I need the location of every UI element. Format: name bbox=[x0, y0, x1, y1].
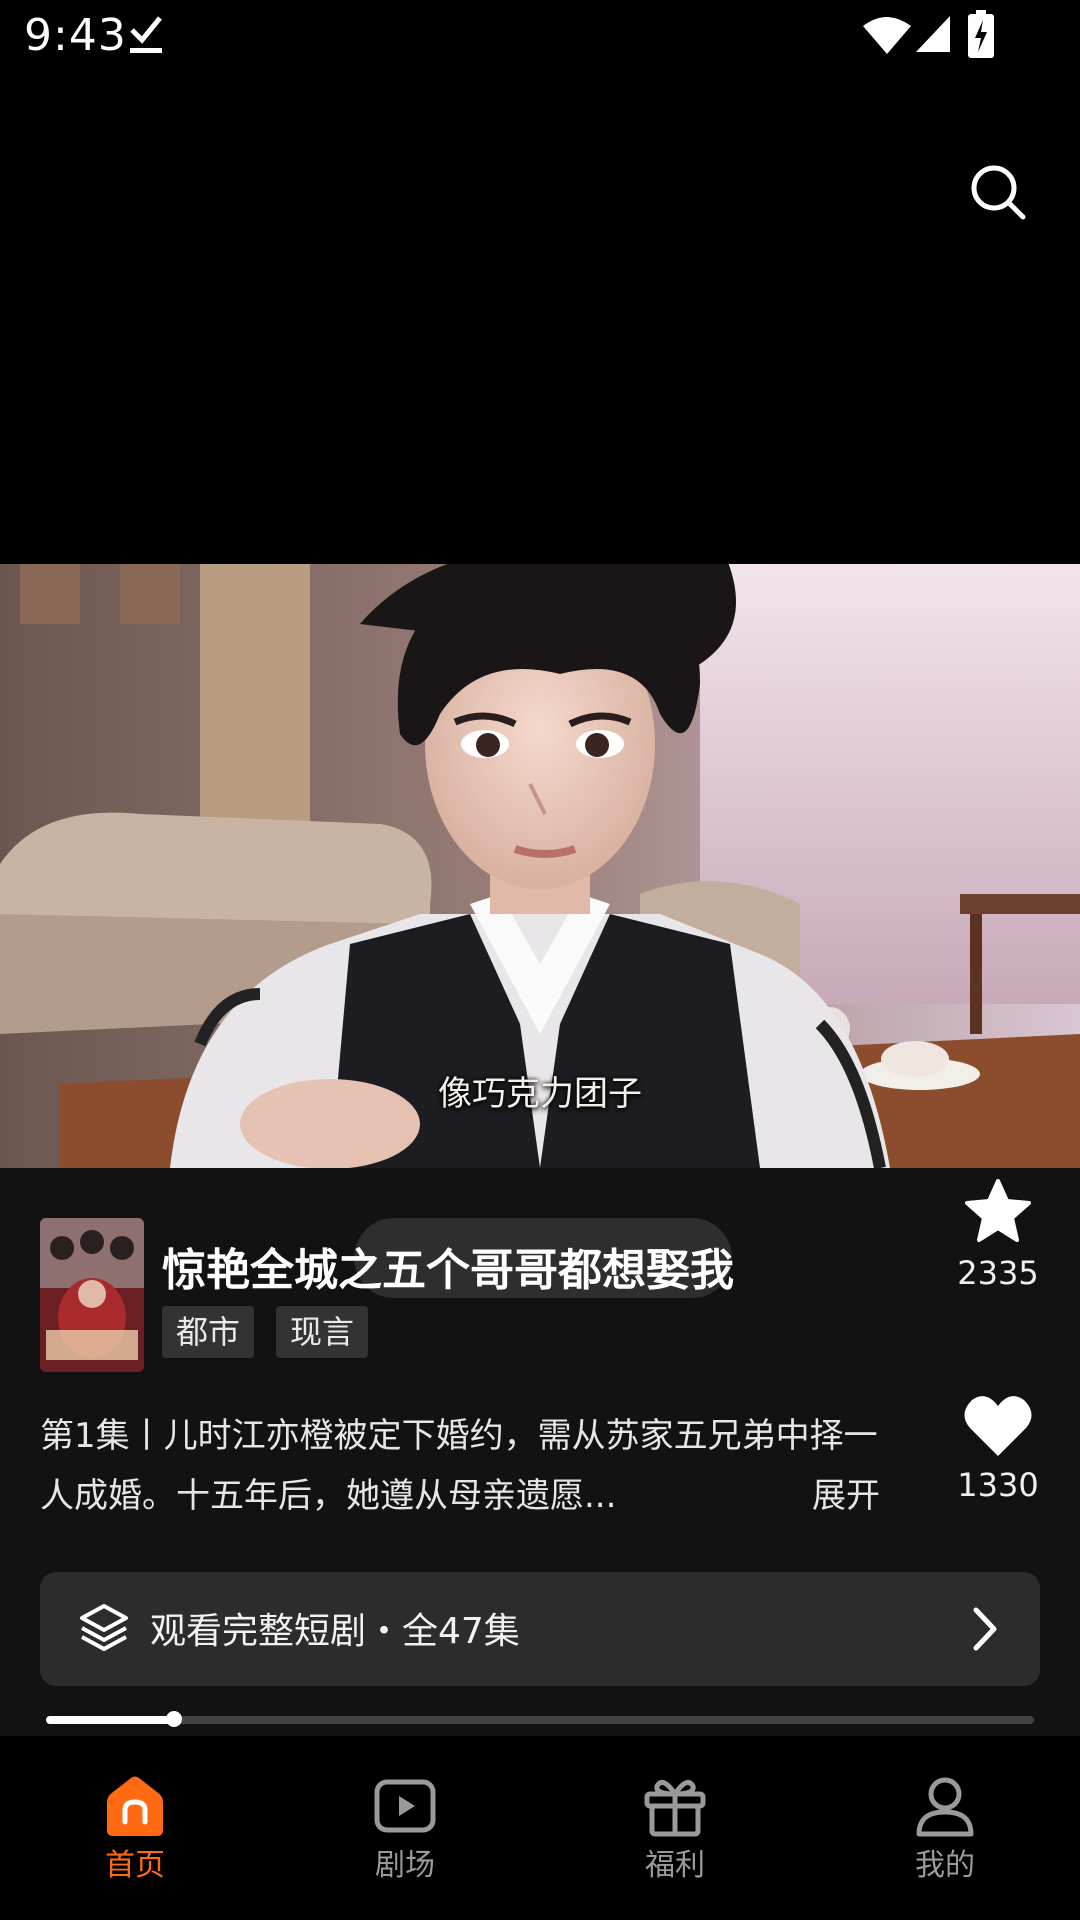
chevron-right-icon bbox=[973, 1607, 997, 1651]
nav-label: 剧场 bbox=[375, 1848, 435, 1883]
watch-full-drama-button[interactable]: 观看完整短剧・全47集 bbox=[40, 1572, 1040, 1686]
wifi-icon bbox=[863, 17, 911, 54]
home-icon bbox=[107, 1776, 163, 1836]
search-icon[interactable] bbox=[968, 162, 1028, 222]
nav-welfare[interactable]: 福利 bbox=[540, 1736, 810, 1920]
signal-icon bbox=[916, 16, 950, 52]
favorite-button[interactable]: 2335 bbox=[948, 1176, 1048, 1292]
description-text: 第1集丨儿时江亦橙被定下婚约，需从苏家五兄弟中择一人成婚。十五年后，她遵从母亲遗… bbox=[40, 1416, 878, 1516]
favorite-count: 2335 bbox=[957, 1254, 1039, 1292]
star-icon bbox=[965, 1179, 1031, 1242]
like-count: 1330 bbox=[957, 1466, 1039, 1504]
bottom-nav: 首页 剧场 福利 我的 bbox=[0, 1736, 1080, 1920]
playback-progress-bar[interactable] bbox=[46, 1711, 1034, 1727]
drama-title[interactable]: 惊艳全城之五个哥哥都想娶我 bbox=[162, 1234, 734, 1298]
gift-icon bbox=[644, 1779, 706, 1837]
episode-description: 第1集丨儿时江亦橙被定下婚约，需从苏家五兄弟中择一人成婚。十五年后，她遵从母亲遗… bbox=[40, 1406, 880, 1526]
progress-fill bbox=[46, 1716, 175, 1724]
nav-home[interactable]: 首页 bbox=[0, 1736, 270, 1920]
download-done-icon bbox=[130, 16, 162, 53]
nav-profile[interactable]: 我的 bbox=[810, 1736, 1080, 1920]
status-time: 9:43 bbox=[24, 10, 127, 61]
nav-label: 首页 bbox=[105, 1848, 165, 1883]
battery-charging-icon bbox=[968, 10, 994, 58]
profile-icon bbox=[916, 1777, 974, 1837]
layers-icon bbox=[80, 1604, 128, 1651]
watch-full-label: 观看完整短剧・全47集 bbox=[150, 1611, 520, 1652]
nav-label: 福利 bbox=[645, 1848, 705, 1883]
heart-icon bbox=[964, 1396, 1032, 1456]
nav-label: 我的 bbox=[915, 1848, 975, 1883]
video-subtitle: 像巧克力团子 bbox=[438, 1074, 642, 1114]
drama-cover-thumbnail[interactable] bbox=[40, 1218, 144, 1372]
genre-tag[interactable]: 都市 bbox=[162, 1306, 255, 1358]
nav-theater[interactable]: 剧场 bbox=[270, 1736, 540, 1920]
play-square-icon bbox=[374, 1779, 436, 1833]
genre-tag[interactable]: 现言 bbox=[276, 1306, 369, 1358]
expand-button[interactable]: 展开 bbox=[812, 1466, 880, 1526]
cover-image bbox=[40, 1218, 144, 1372]
status-bar: 9:43 bbox=[0, 0, 1080, 72]
like-button[interactable]: 1330 bbox=[948, 1392, 1048, 1504]
